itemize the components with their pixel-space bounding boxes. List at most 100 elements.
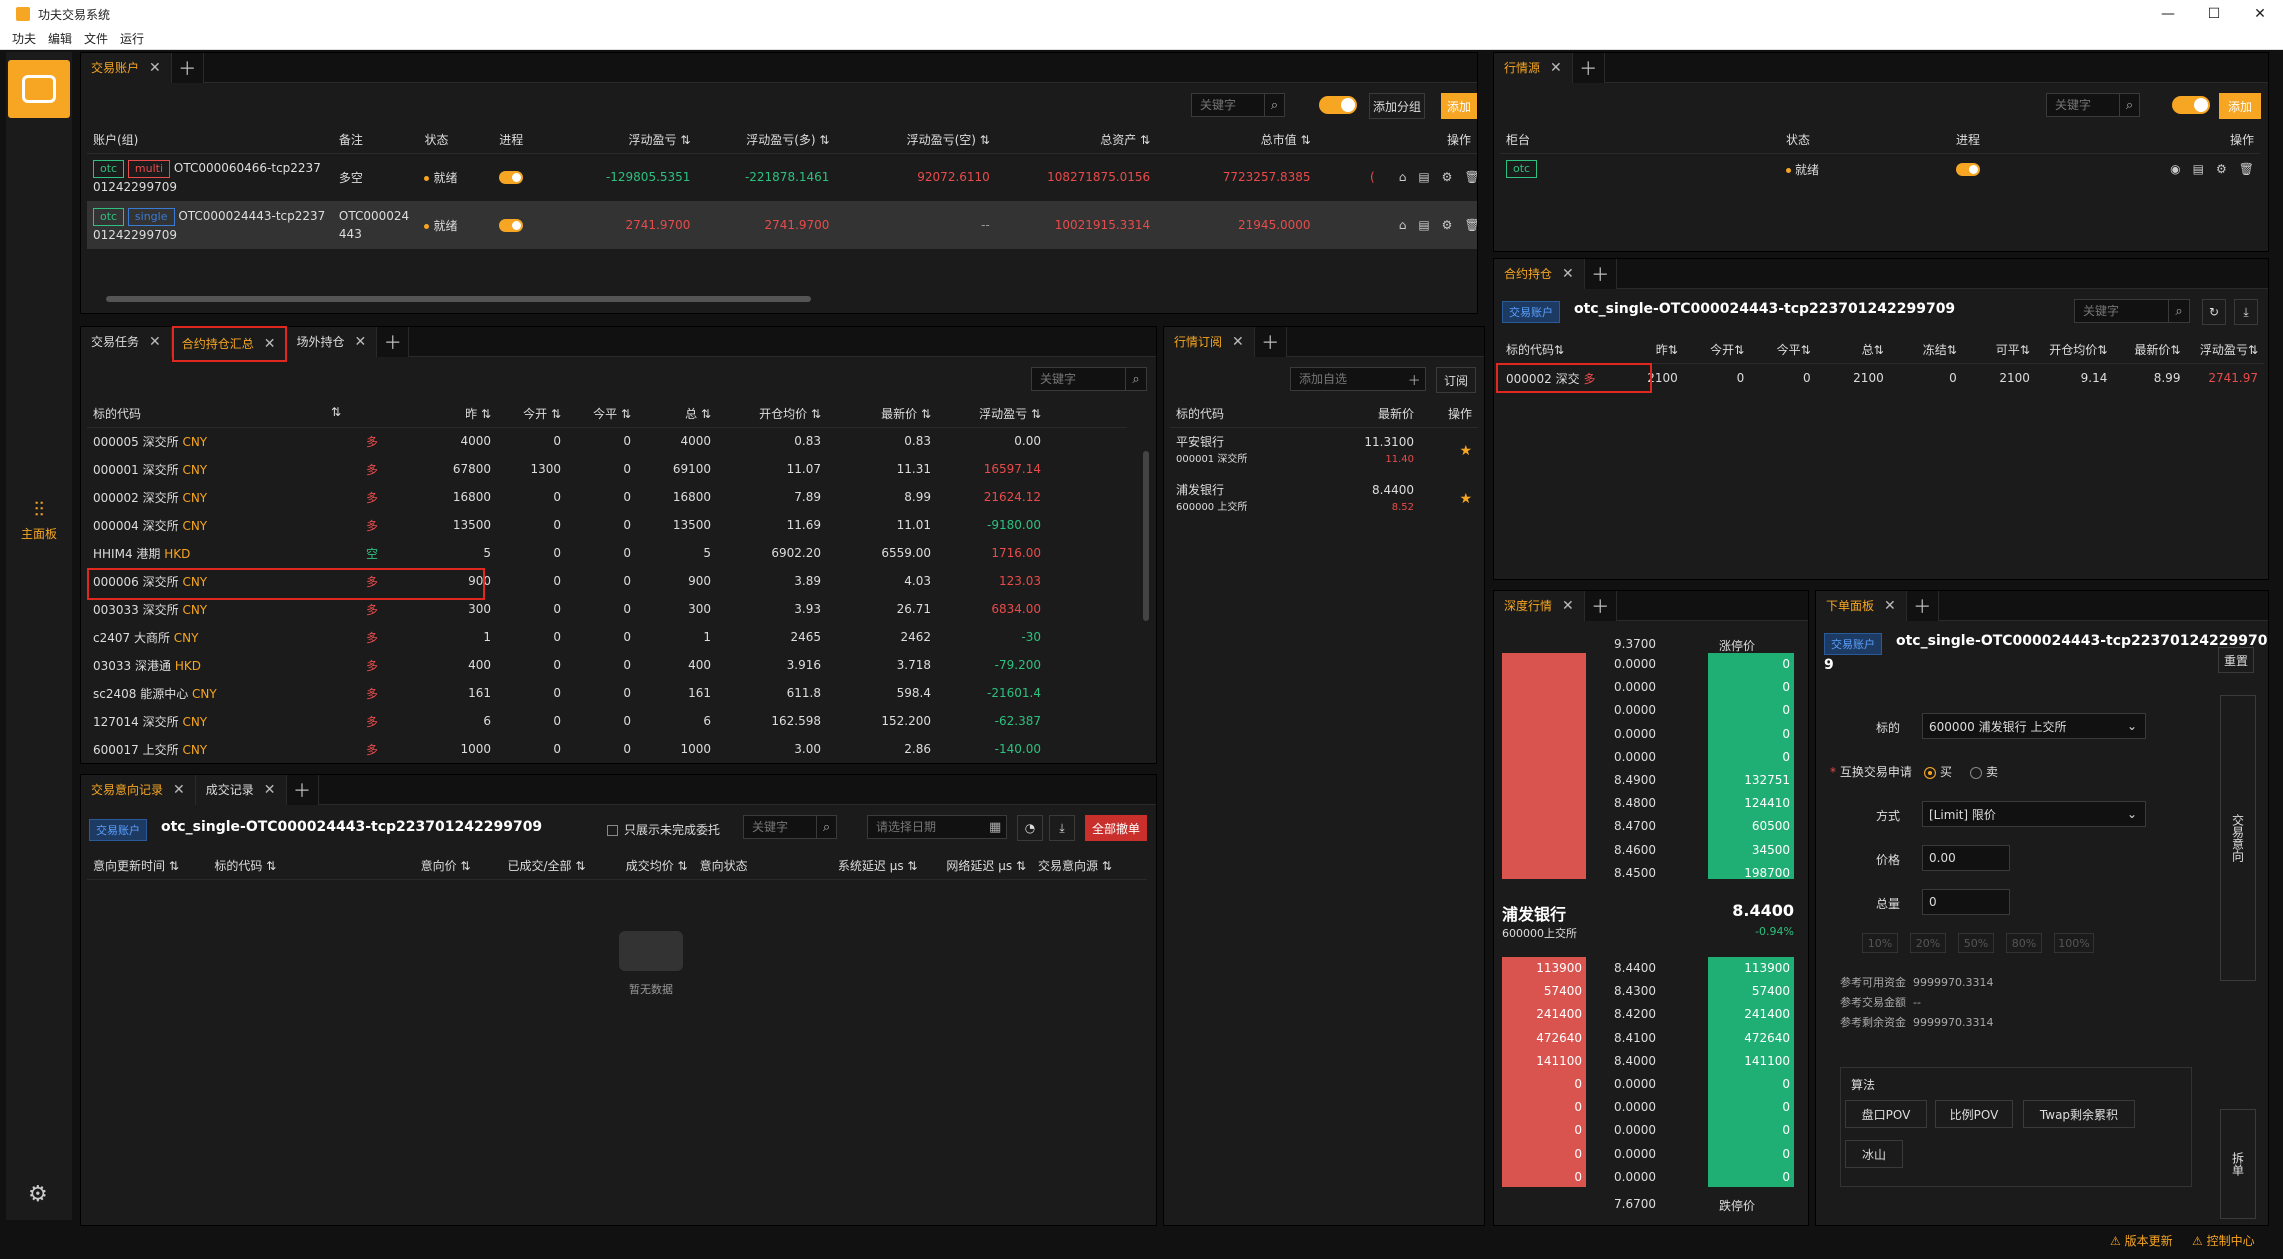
tab-trading-tasks[interactable]: 交易任务 ✕ bbox=[81, 326, 172, 357]
pct-100-button[interactable]: 100% bbox=[2054, 933, 2094, 953]
add-tab-button[interactable]: ＋ bbox=[1906, 590, 1939, 621]
sell-radio[interactable]: 卖 bbox=[1970, 763, 1998, 780]
doc-icon[interactable]: ▤ bbox=[1418, 170, 1429, 184]
orders-search-input[interactable] bbox=[744, 820, 816, 834]
history-button[interactable]: ◔ bbox=[1017, 815, 1043, 841]
col-pnl-long[interactable]: 浮动盈亏(多) ⇅ bbox=[696, 127, 835, 153]
md-search-input[interactable] bbox=[2047, 98, 2119, 112]
depth-price-level[interactable]: 8.4800 bbox=[1594, 796, 1656, 810]
only-unfinished-checkbox[interactable]: 只展示未完成委托 bbox=[607, 821, 720, 838]
list-item[interactable]: 浦发银行 600000 上交所 8.4400 8.52 ★ bbox=[1170, 475, 1478, 523]
col-yesterday[interactable]: 昨 ⇅ bbox=[397, 401, 497, 427]
nav-main-board[interactable]: ⫶⫶ 主面板 bbox=[6, 497, 72, 542]
search-icon[interactable]: ⌕ bbox=[2118, 94, 2139, 116]
depth-price-level[interactable]: 8.4600 bbox=[1594, 843, 1656, 857]
add-watch-field[interactable]: ＋ bbox=[1290, 367, 1426, 391]
depth-price-level[interactable]: 8.4700 bbox=[1594, 819, 1656, 833]
table-row[interactable]: c2407 大商所 CNY 多 1 0 0 1 2465 2462 -30 bbox=[87, 623, 1127, 651]
pct-50-button[interactable]: 50% bbox=[1958, 933, 1994, 953]
col-last[interactable]: 最新价 ⇅ bbox=[827, 401, 937, 427]
col-code[interactable]: 标的代码 ⇅ bbox=[208, 853, 310, 879]
algo-iceberg-button[interactable]: 冰山 bbox=[1845, 1140, 1903, 1168]
depth-price-level[interactable]: 0.0000 bbox=[1594, 1147, 1656, 1161]
col-fill-avg[interactable]: 成交均价 ⇅ bbox=[591, 853, 693, 879]
accounts-search[interactable]: ⌕ bbox=[1191, 93, 1285, 117]
search-icon[interactable]: ⌕ bbox=[2167, 300, 2189, 322]
md-search[interactable]: ⌕ bbox=[2046, 93, 2140, 117]
settings-gear-icon[interactable]: ⚙ bbox=[28, 1182, 48, 1207]
maximize-button[interactable]: ☐ bbox=[2191, 0, 2237, 28]
refresh-button[interactable]: ↻ bbox=[2202, 299, 2226, 325]
table-row[interactable]: otc 就绪 ◉ ▤ ⚙ 🗑 bbox=[1500, 153, 2260, 185]
list-item[interactable]: 平安银行 000001 深交所 11.3100 11.40 ★ bbox=[1170, 427, 1478, 475]
add-tab-button[interactable]: ＋ bbox=[1584, 590, 1617, 621]
table-row[interactable]: otc multi OTC000060466-tcp22370124229970… bbox=[87, 153, 1477, 201]
col-intent-price[interactable]: 意向价 ⇅ bbox=[362, 853, 477, 879]
star-icon[interactable]: ★ bbox=[1420, 427, 1478, 475]
contract-search-input[interactable] bbox=[2075, 304, 2168, 318]
gear-icon[interactable]: ⚙ bbox=[2216, 162, 2227, 176]
col-pnl[interactable]: 浮动盈亏⇅ bbox=[2186, 337, 2264, 363]
tab-trading-accounts[interactable]: 交易账户 ✕ bbox=[81, 52, 172, 83]
table-row[interactable]: 600017 上交所 CNY 多 1000 0 0 1000 3.00 2.86 -140.00 bbox=[87, 735, 1127, 761]
date-picker[interactable]: ▦ bbox=[867, 815, 1007, 839]
close-tab-icon[interactable]: ✕ bbox=[1884, 598, 1896, 614]
subscribe-button[interactable]: 订阅 bbox=[1436, 367, 1476, 393]
depth-price-level[interactable]: 8.4100 bbox=[1594, 1031, 1656, 1045]
depth-price-level[interactable]: 0.0000 bbox=[1594, 1170, 1656, 1184]
contract-search[interactable]: ⌕ bbox=[2074, 299, 2190, 323]
add-tab-button[interactable]: ＋ bbox=[377, 326, 410, 357]
download-button[interactable]: ⤓ bbox=[1049, 815, 1075, 841]
close-tab-icon[interactable]: ✕ bbox=[149, 60, 161, 76]
col-today-close[interactable]: 今平 ⇅ bbox=[567, 401, 637, 427]
col-market[interactable]: 总市值 ⇅ bbox=[1156, 127, 1316, 153]
vertical-scrollbar[interactable] bbox=[1143, 451, 1149, 621]
depth-price-level[interactable]: 0.0000 bbox=[1594, 703, 1656, 717]
col-intent-source[interactable]: 交易意向源 ⇅ bbox=[1032, 853, 1147, 879]
star-icon[interactable]: ★ bbox=[1420, 475, 1478, 523]
close-tab-icon[interactable]: ✕ bbox=[1550, 60, 1562, 76]
algo-twap-button[interactable]: Twap剩余累积 bbox=[2023, 1100, 2135, 1128]
table-row[interactable]: sc2408 能源中心 CNY 多 161 0 0 161 611.8 598.4 -21601… bbox=[87, 679, 1127, 707]
algo-pov-ratio-button[interactable]: 比例POV bbox=[1935, 1100, 2013, 1128]
gear-icon[interactable]: ⚙ bbox=[1442, 170, 1453, 184]
depth-price-level[interactable]: 8.4900 bbox=[1594, 773, 1656, 787]
add-group-button[interactable]: 添加分组 bbox=[1369, 93, 1425, 119]
table-row[interactable]: otc single OTC000024443-tcp2237012422997… bbox=[87, 201, 1477, 249]
menu-item-kungfu[interactable]: 功夫 bbox=[12, 30, 36, 47]
close-tab-icon[interactable]: ✕ bbox=[149, 334, 161, 350]
depth-price-level[interactable]: 8.4400 bbox=[1594, 961, 1656, 975]
tab-contract-position[interactable]: 合约持仓 ✕ bbox=[1494, 258, 1585, 289]
buy-radio[interactable]: 买 bbox=[1924, 763, 1952, 780]
accounts-toggle[interactable] bbox=[1319, 96, 1357, 114]
calendar-icon[interactable]: ▦ bbox=[984, 816, 1006, 838]
depth-price-level[interactable]: 0.0000 bbox=[1594, 1100, 1656, 1114]
bank-icon[interactable]: ⌂ bbox=[1399, 218, 1407, 232]
col-avg[interactable]: 开仓均价⇅ bbox=[2036, 337, 2114, 363]
close-tab-icon[interactable]: ✕ bbox=[1232, 334, 1244, 350]
col-frozen[interactable]: 冻结⇅ bbox=[1890, 337, 1963, 363]
add-account-button[interactable]: 添加 bbox=[1441, 93, 1477, 119]
close-tab-icon[interactable]: ✕ bbox=[173, 782, 185, 798]
bank-icon[interactable]: ⌂ bbox=[1399, 170, 1407, 184]
depth-price-level[interactable]: 8.4200 bbox=[1594, 1007, 1656, 1021]
menu-item-edit[interactable]: 编辑 bbox=[48, 30, 72, 47]
close-tab-icon[interactable]: ✕ bbox=[264, 336, 276, 352]
accounts-search-input[interactable] bbox=[1192, 98, 1264, 112]
version-update-link[interactable]: ⚠ 版本更新 bbox=[2110, 1232, 2173, 1249]
delete-icon[interactable]: 🗑 bbox=[2239, 162, 2254, 176]
tab-depth[interactable]: 深度行情 ✕ bbox=[1494, 590, 1585, 621]
search-icon[interactable]: ⌕ bbox=[815, 816, 836, 838]
process-toggle[interactable] bbox=[493, 153, 557, 201]
gear-icon[interactable]: ⚙ bbox=[1442, 218, 1453, 232]
tab-order[interactable]: 下单面板 ✕ bbox=[1816, 590, 1907, 621]
delete-icon[interactable]: 🗑 bbox=[1464, 218, 1477, 232]
tab-position-summary[interactable]: 合约持仓汇总 ✕ bbox=[171, 325, 287, 362]
close-button[interactable]: ✕ bbox=[2237, 0, 2283, 28]
positions-search[interactable]: ⌕ bbox=[1031, 367, 1147, 391]
col-filled[interactable]: 已成交/全部 ⇅ bbox=[476, 853, 591, 879]
positions-search-input[interactable] bbox=[1032, 372, 1125, 386]
md-toggle[interactable] bbox=[2172, 96, 2210, 114]
table-row[interactable]: 000005 深交所 CNY 多 4000 0 0 4000 0.83 0.83 0.00 bbox=[87, 427, 1127, 455]
tab-md-subscribe[interactable]: 行情订阅 ✕ bbox=[1164, 326, 1255, 357]
